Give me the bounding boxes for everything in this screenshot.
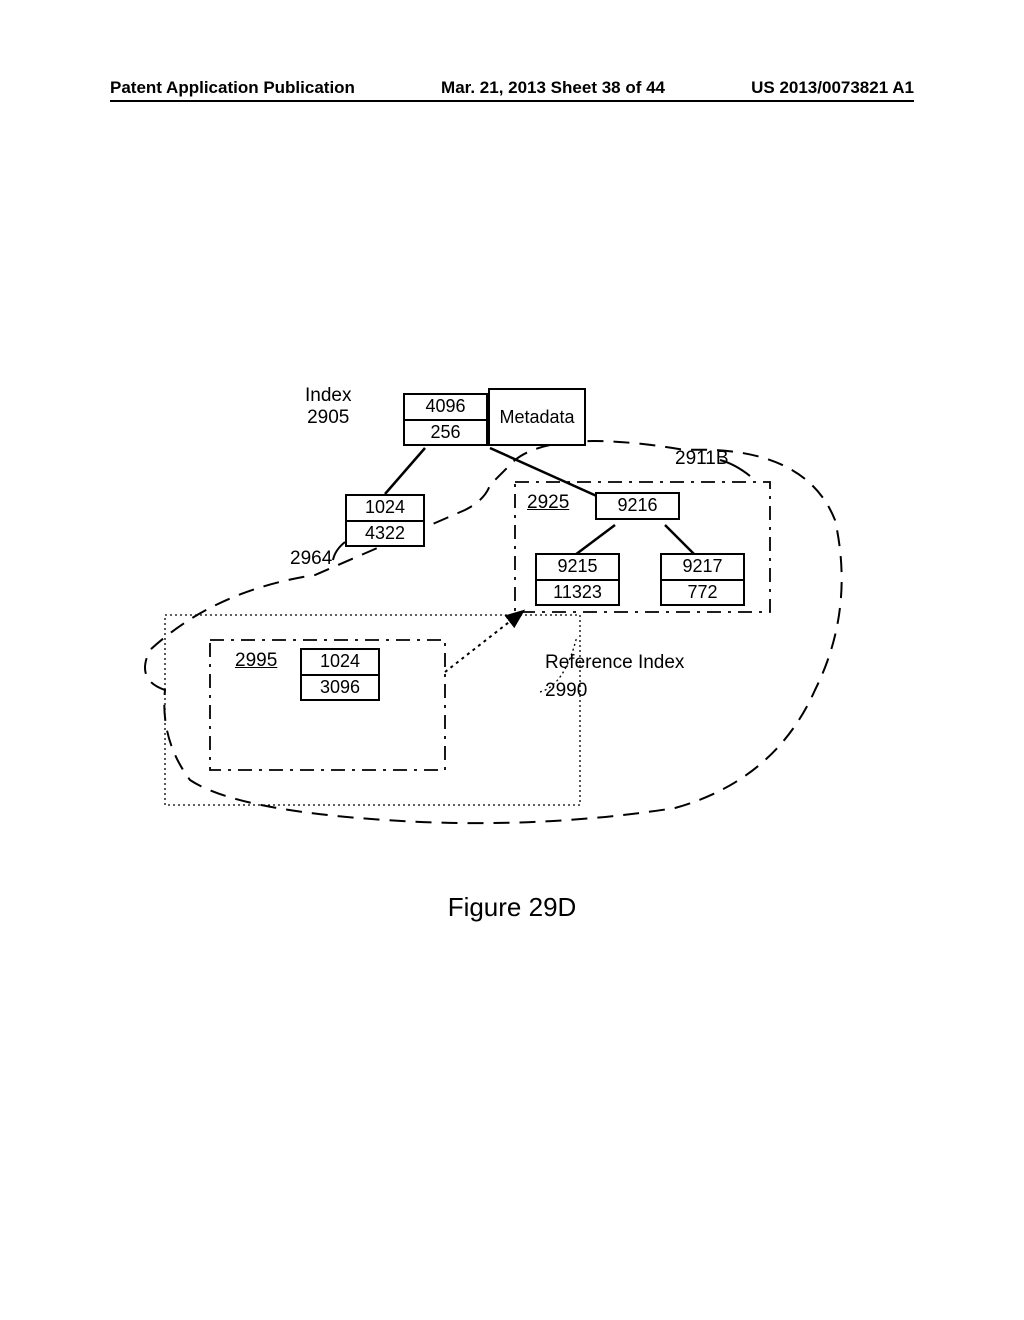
box-1024-4322: 1024 4322 — [345, 494, 425, 547]
header-right: US 2013/0073821 A1 — [751, 78, 914, 98]
root-box-top: 4096 — [405, 395, 486, 421]
page-header: Patent Application Publication Mar. 21, … — [0, 78, 1024, 98]
index-label-group: Index 2905 — [305, 385, 351, 429]
header-left: Patent Application Publication — [110, 78, 355, 98]
box-2995-top: 1024 — [302, 650, 378, 676]
index-label: Index — [305, 385, 351, 407]
figure-diagram: Index 2905 4096 256 Metadata 1024 4322 2… — [135, 390, 875, 890]
figure-caption: Figure 29D — [0, 892, 1024, 923]
box-9216: 9216 — [595, 492, 680, 520]
index-ref: 2905 — [305, 407, 351, 429]
metadata-box: Metadata — [488, 388, 586, 446]
header-center: Mar. 21, 2013 Sheet 38 of 44 — [441, 78, 665, 98]
ref-2964: 2964 — [290, 548, 332, 570]
ref-2995: 2995 — [235, 650, 277, 672]
diagram-lines — [135, 390, 875, 890]
metadata-label: Metadata — [499, 407, 574, 428]
root-box-bottom: 256 — [405, 421, 486, 445]
root-box: 4096 256 — [403, 393, 488, 446]
ref-2925: 2925 — [527, 492, 569, 514]
box-9217: 9217 772 — [660, 553, 745, 606]
reference-index-label: Reference Index — [545, 652, 684, 674]
box-1024-top: 1024 — [347, 496, 423, 522]
box-1024-bottom: 4322 — [347, 522, 423, 546]
box-9215: 9215 11323 — [535, 553, 620, 606]
box-9216-val: 9216 — [597, 494, 678, 518]
box-9215-bottom: 11323 — [537, 581, 618, 605]
box-2995-bottom: 3096 — [302, 676, 378, 700]
ref-2990: 2990 — [545, 680, 587, 702]
box-9215-top: 9215 — [537, 555, 618, 581]
box-9217-bottom: 772 — [662, 581, 743, 605]
ref-2911b: 2911B — [675, 448, 729, 470]
header-rule — [110, 100, 914, 102]
box-2995: 1024 3096 — [300, 648, 380, 701]
box-9217-top: 9217 — [662, 555, 743, 581]
